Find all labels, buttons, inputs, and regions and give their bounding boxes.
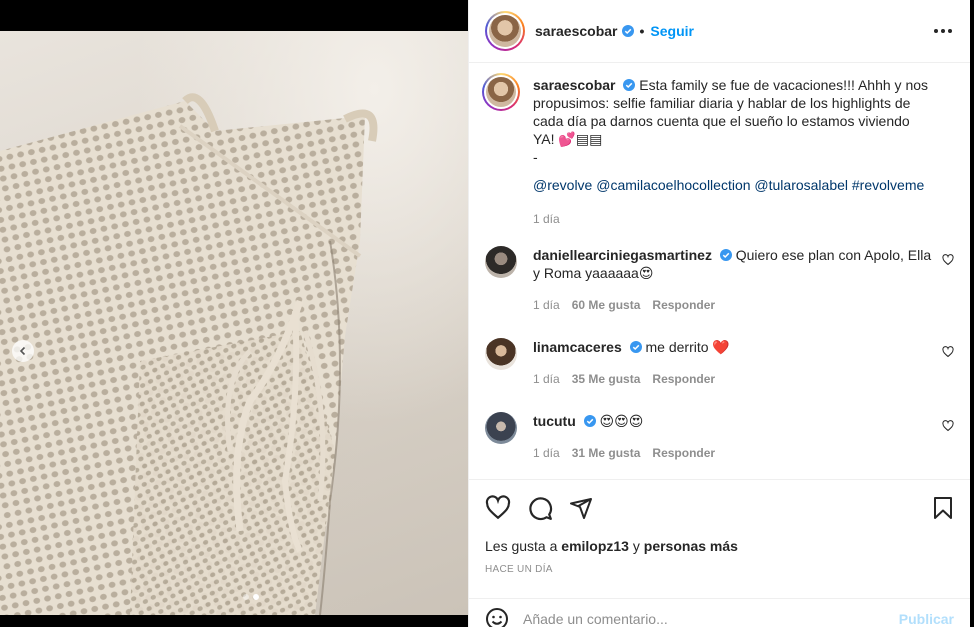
comment-time[interactable]: 1 día bbox=[533, 296, 560, 314]
comment-item: linamcaceres me derrito ❤️ 1 día 35 Me g… bbox=[485, 338, 954, 388]
reply-button[interactable]: Responder bbox=[652, 296, 715, 314]
comment-like-icon[interactable] bbox=[942, 346, 954, 358]
verified-badge-icon bbox=[629, 341, 642, 353]
comment-item: daniellearciniegasmartinez Quiero ese pl… bbox=[485, 246, 954, 314]
carousel-prev-button[interactable] bbox=[12, 340, 34, 362]
carousel-dots bbox=[243, 594, 259, 600]
post-panel: saraescobar • Seguir saraescobar Esta fa… bbox=[468, 0, 970, 627]
chevron-left-icon bbox=[19, 346, 26, 356]
post-timestamp[interactable]: HACE UN DÍA bbox=[485, 564, 954, 575]
comment-item: tucutu 😍😍😍 1 día 31 Me gusta Responder bbox=[485, 412, 954, 462]
post-actions: Les gusta a emilopz13 y personas más HAC… bbox=[469, 479, 970, 575]
publish-button[interactable]: Publicar bbox=[899, 611, 954, 627]
verified-badge-icon bbox=[719, 249, 732, 261]
comment-time[interactable]: 1 día bbox=[533, 370, 560, 388]
post-media bbox=[0, 0, 468, 627]
bookmark-icon[interactable] bbox=[932, 496, 954, 520]
crochet-cloth-image bbox=[0, 93, 378, 615]
comment-time[interactable]: 1 día bbox=[533, 444, 560, 462]
comment-like-icon[interactable] bbox=[942, 420, 954, 432]
likes-summary: Les gusta a emilopz13 y personas más bbox=[485, 538, 954, 554]
more-options-button[interactable] bbox=[932, 21, 954, 41]
like-heart-icon[interactable] bbox=[485, 495, 511, 521]
carousel-dot bbox=[243, 594, 249, 600]
comment-username[interactable]: tucutu bbox=[533, 413, 576, 429]
comment-bubble-icon[interactable] bbox=[527, 495, 553, 521]
emoji-icon[interactable] bbox=[485, 607, 509, 627]
verified-badge-icon bbox=[623, 79, 636, 91]
comment-input[interactable] bbox=[523, 610, 891, 627]
likes-connector: y bbox=[632, 538, 640, 554]
post-photo[interactable] bbox=[0, 31, 468, 615]
post-header: saraescobar • Seguir bbox=[469, 0, 970, 63]
header-separator: • bbox=[639, 23, 645, 39]
comment-likes[interactable]: 31 Me gusta bbox=[572, 444, 641, 462]
reply-button[interactable]: Responder bbox=[652, 370, 715, 388]
author-avatar[interactable] bbox=[485, 11, 525, 51]
caption-avatar[interactable] bbox=[482, 73, 520, 111]
verified-badge-icon bbox=[621, 25, 634, 37]
verified-badge-icon bbox=[583, 415, 596, 427]
add-comment-bar: Publicar bbox=[469, 598, 970, 627]
caption: saraescobar Esta family se fue de vacaci… bbox=[482, 73, 954, 228]
comment-username[interactable]: daniellearciniegasmartinez bbox=[533, 247, 712, 263]
likes-user-link[interactable]: emilopz13 bbox=[561, 538, 629, 554]
comment-like-icon[interactable] bbox=[942, 254, 954, 266]
comments-list[interactable]: saraescobar Esta family se fue de vacaci… bbox=[469, 64, 970, 478]
comment-avatar[interactable] bbox=[485, 338, 517, 370]
comment-username[interactable]: linamcaceres bbox=[533, 339, 622, 355]
caption-dash: - bbox=[533, 149, 538, 165]
comment-likes[interactable]: 60 Me gusta bbox=[572, 296, 641, 314]
window-edge bbox=[970, 0, 974, 627]
carousel-dot bbox=[253, 594, 259, 600]
likes-others-link[interactable]: personas más bbox=[644, 538, 738, 554]
caption-tags[interactable]: @revolve @camilacoelhocollection @tularo… bbox=[533, 176, 933, 194]
likes-prefix: Les gusta a bbox=[485, 538, 558, 554]
caption-username[interactable]: saraescobar bbox=[533, 77, 616, 93]
comment-avatar[interactable] bbox=[485, 412, 517, 444]
caption-time[interactable]: 1 día bbox=[533, 210, 560, 228]
comment-text: me derrito ❤️ bbox=[645, 339, 730, 355]
comment-avatar[interactable] bbox=[485, 246, 517, 278]
reply-button[interactable]: Responder bbox=[652, 444, 715, 462]
comment-likes[interactable]: 35 Me gusta bbox=[572, 370, 641, 388]
follow-button[interactable]: Seguir bbox=[650, 23, 694, 39]
share-send-icon[interactable] bbox=[569, 496, 593, 520]
comment-text: 😍😍😍 bbox=[599, 413, 644, 429]
author-username[interactable]: saraescobar bbox=[535, 23, 618, 39]
